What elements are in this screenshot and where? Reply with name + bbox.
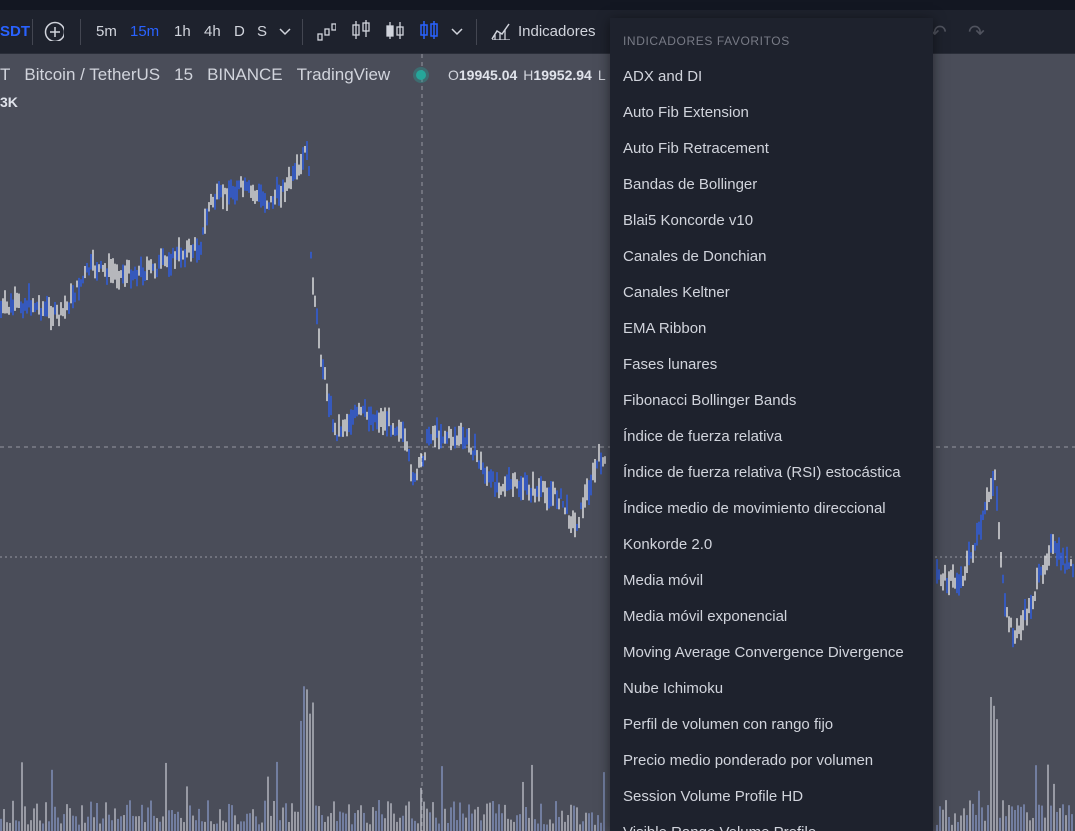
menu-item-rsi[interactable]: Índice de fuerza relativa bbox=[610, 418, 933, 454]
legend-interval: 15 bbox=[174, 65, 194, 84]
menu-item-bollinger-bands[interactable]: Bandas de Bollinger bbox=[610, 166, 933, 202]
volume-legend-fragment: 3K bbox=[0, 94, 18, 110]
plus-circle-icon[interactable] bbox=[44, 21, 64, 41]
symbol-search-button[interactable]: SDT bbox=[0, 10, 30, 53]
menu-item-ema-ribbon[interactable]: EMA Ribbon bbox=[610, 310, 933, 346]
menu-item-auto-fib-retracement[interactable]: Auto Fib Retracement bbox=[610, 130, 933, 166]
low-label: L bbox=[597, 67, 606, 83]
menu-item-session-volume-profile-hd[interactable]: Session Volume Profile HD bbox=[610, 778, 933, 814]
open-label: O bbox=[448, 67, 459, 83]
high-value: 19952.94 bbox=[533, 67, 592, 83]
hollow-candles-icon[interactable] bbox=[384, 19, 404, 39]
menu-item-konkorde[interactable]: Konkorde 2.0 bbox=[610, 526, 933, 562]
favorite-indicators-dropdown: INDICADORES FAVORITOS ADX and DI Auto Fi… bbox=[610, 18, 933, 831]
market-live-indicator bbox=[416, 70, 426, 80]
menu-item-fibonacci-bollinger-bands[interactable]: Fibonacci Bollinger Bands bbox=[610, 382, 933, 418]
menu-item-ichimoku-cloud[interactable]: Nube Ichimoku bbox=[610, 670, 933, 706]
menu-item-moving-average[interactable]: Media móvil bbox=[610, 562, 933, 598]
chevron-down-icon[interactable] bbox=[450, 24, 470, 44]
legend-pair: Bitcoin / TetherUS bbox=[24, 65, 161, 84]
menu-item-ema[interactable]: Media móvil exponencial bbox=[610, 598, 933, 634]
menu-item-blai5-koncorde[interactable]: Blai5 Koncorde v10 bbox=[610, 202, 933, 238]
menu-item-vwap[interactable]: Precio medio ponderado por volumen bbox=[610, 742, 933, 778]
menu-item-moon-phases[interactable]: Fases lunares bbox=[610, 346, 933, 382]
toolbar-divider bbox=[302, 19, 303, 45]
columns-icon[interactable] bbox=[418, 19, 438, 39]
legend-exchange: BINANCE bbox=[207, 65, 283, 84]
menu-item-keltner-channels[interactable]: Canales Keltner bbox=[610, 274, 933, 310]
toolbar-divider bbox=[32, 19, 33, 45]
candles-icon[interactable] bbox=[350, 19, 370, 39]
toolbar-divider bbox=[476, 19, 477, 45]
menu-item-donchian-channels[interactable]: Canales de Donchian bbox=[610, 238, 933, 274]
menu-item-macd[interactable]: Moving Average Convergence Divergence bbox=[610, 634, 933, 670]
window-top-strip bbox=[0, 0, 1075, 10]
menu-item-fixed-range-volume-profile[interactable]: Perfil de volumen con rango fijo bbox=[610, 706, 933, 742]
interval-5m[interactable]: 5m bbox=[96, 10, 117, 53]
indicators-button[interactable]: Indicadores bbox=[518, 10, 596, 53]
menu-item-stochastic-rsi[interactable]: Índice de fuerza relativa (RSI) estocást… bbox=[610, 454, 933, 490]
menu-item-adx-and-di[interactable]: ADX and DI bbox=[610, 58, 933, 94]
menu-item-auto-fib-extension[interactable]: Auto Fib Extension bbox=[610, 94, 933, 130]
interval-1h[interactable]: 1h bbox=[174, 10, 191, 53]
ohlc-values: O 19945.04 H 19952.94 L bbox=[448, 60, 606, 90]
interval-d[interactable]: D bbox=[234, 10, 245, 53]
legend-symbol-fragment: T bbox=[0, 65, 11, 84]
indicators-icon[interactable] bbox=[490, 20, 510, 40]
menu-header: INDICADORES FAVORITOS bbox=[623, 34, 790, 48]
toolbar-divider bbox=[80, 19, 81, 45]
high-label: H bbox=[523, 67, 534, 83]
chevron-down-icon[interactable] bbox=[278, 24, 298, 44]
menu-item-visible-range-volume-profile[interactable]: Visible Range Volume Profile bbox=[610, 814, 933, 831]
redo-icon[interactable]: ↷ bbox=[968, 20, 985, 45]
interval-4h[interactable]: 4h bbox=[204, 10, 221, 53]
bar-style-icon[interactable] bbox=[316, 21, 336, 41]
interval-15m[interactable]: 15m bbox=[130, 10, 159, 53]
interval-s[interactable]: S bbox=[257, 10, 267, 53]
open-value: 19945.04 bbox=[458, 67, 518, 83]
menu-item-adx[interactable]: Índice medio de movimiento direccional bbox=[610, 490, 933, 526]
legend-source: TradingView bbox=[296, 65, 391, 84]
